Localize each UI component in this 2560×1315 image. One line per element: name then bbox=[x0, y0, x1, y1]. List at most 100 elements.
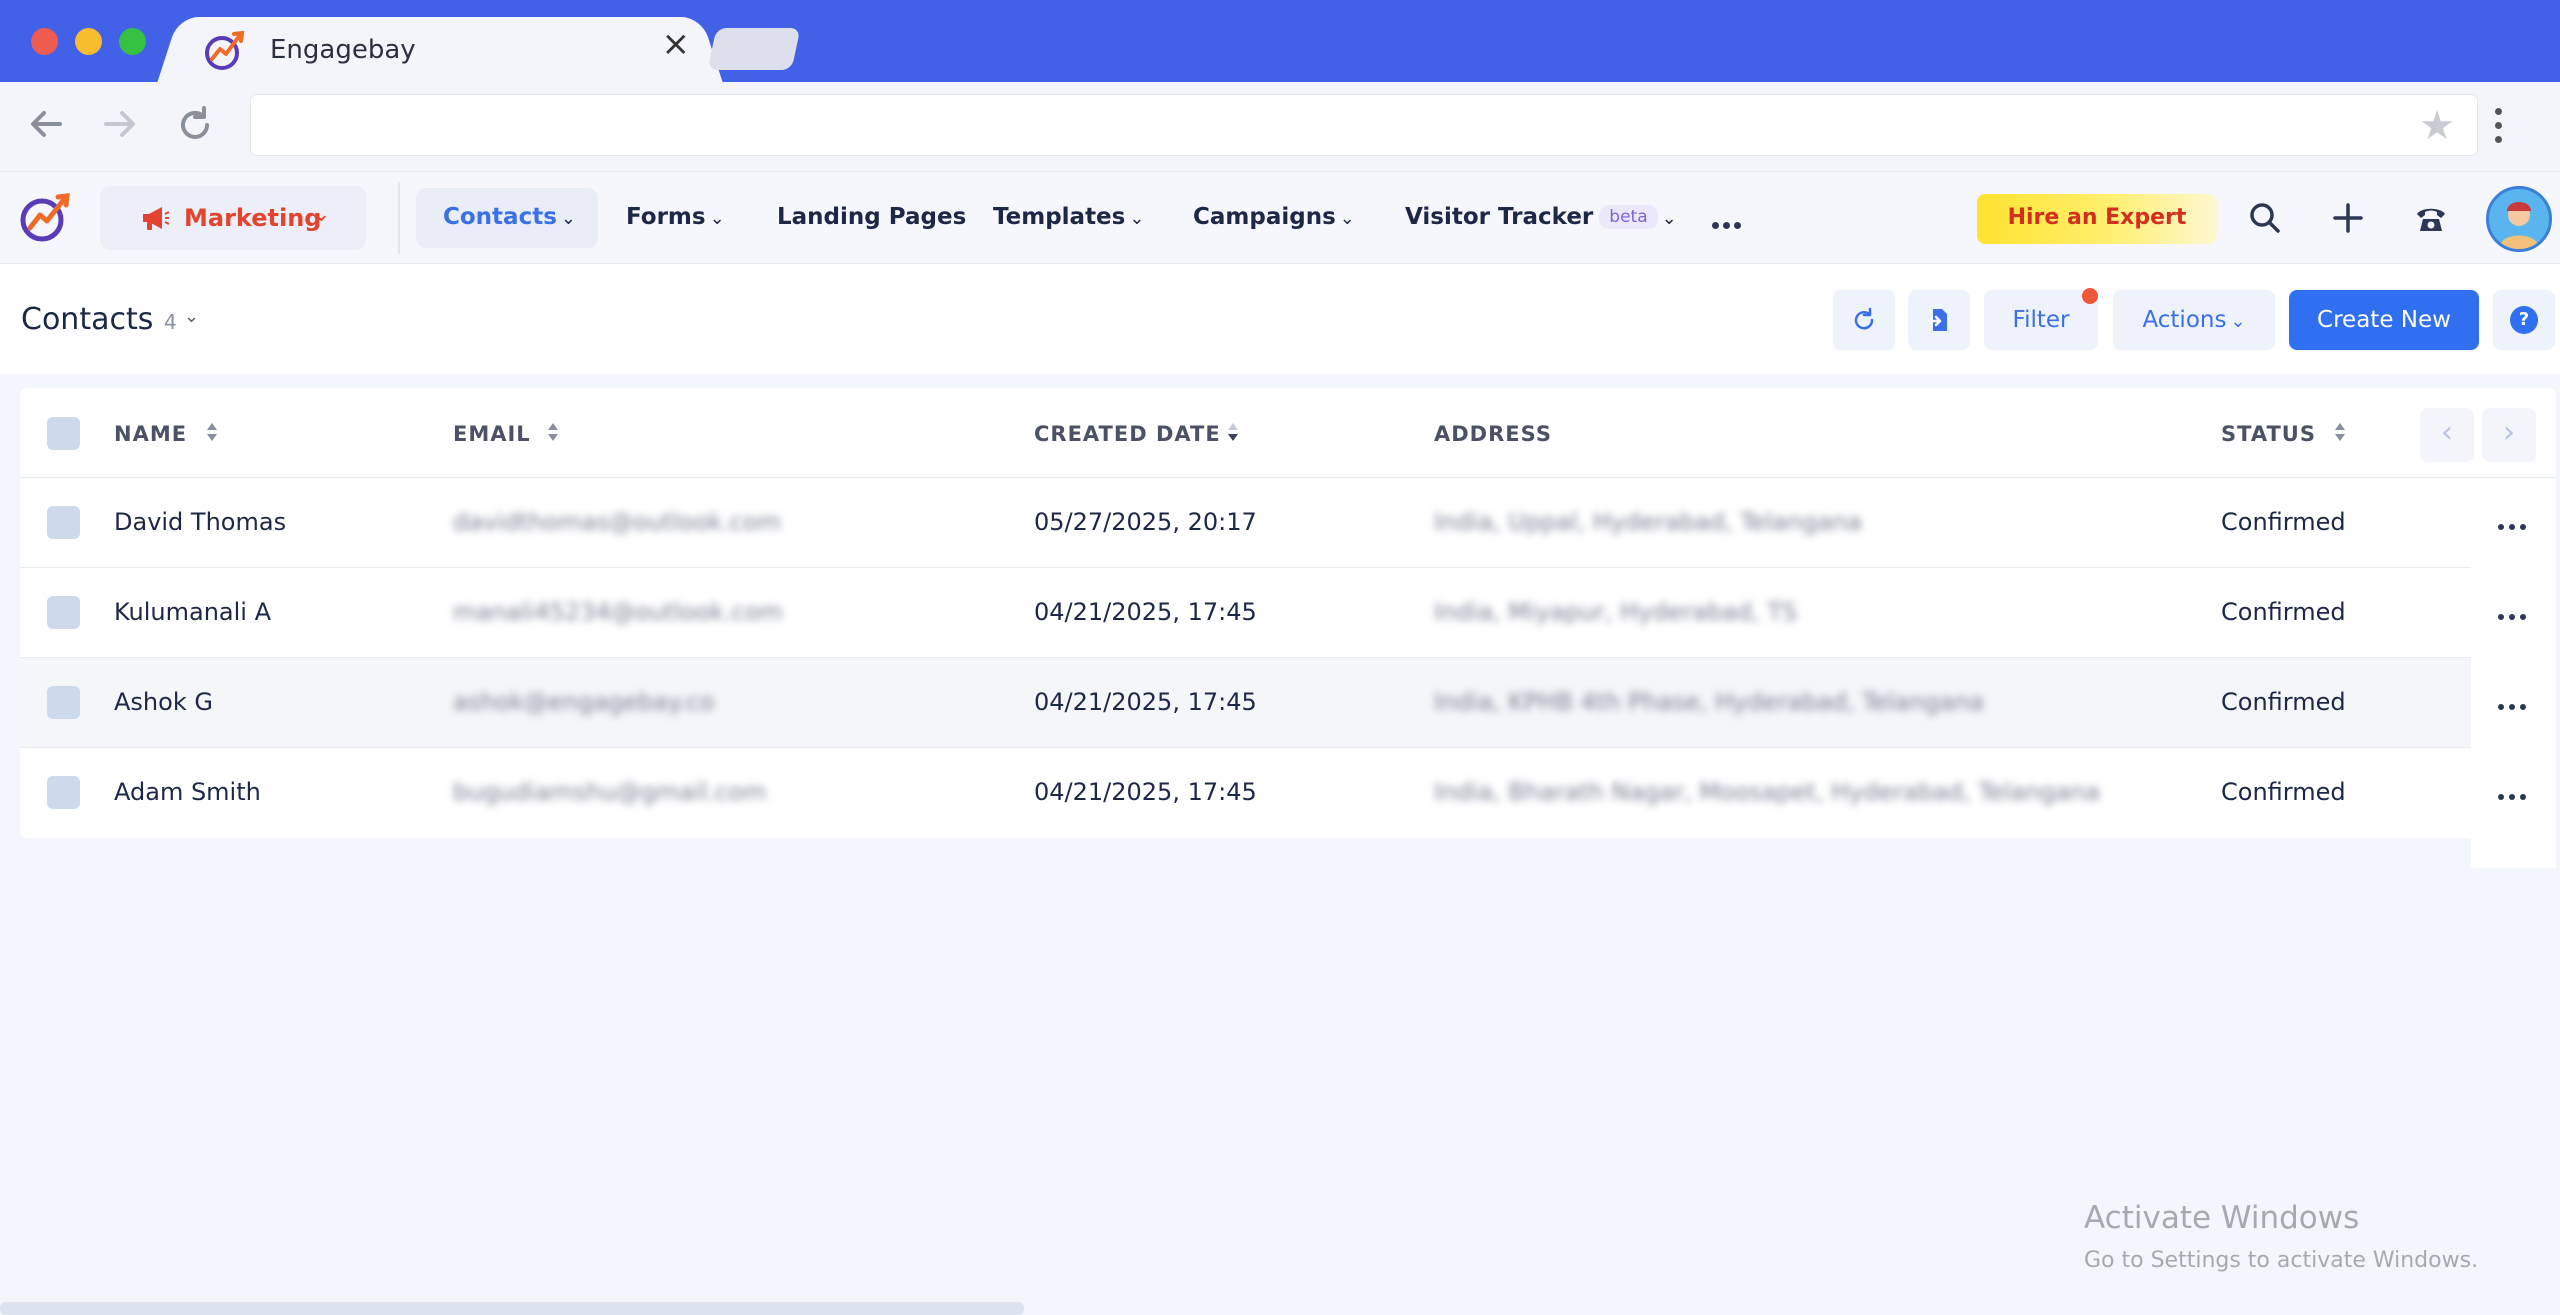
table-row[interactable]: Ashok G ashok@engagebay.co 04/21/2025, 1… bbox=[20, 658, 2556, 748]
row-menu-icon[interactable] bbox=[2471, 478, 2556, 568]
actions-label: Actions bbox=[2142, 307, 2227, 333]
tab-title: Engagebay bbox=[270, 35, 416, 65]
bookmark-star-icon[interactable]: ★ bbox=[2419, 103, 2455, 149]
help-button[interactable]: ? bbox=[2493, 290, 2555, 350]
contact-address: India, Miyapur, Hyderabad, TS bbox=[1434, 598, 1798, 626]
beta-badge: beta bbox=[1599, 205, 1658, 229]
contact-created-date: 04/21/2025, 17:45 bbox=[1034, 598, 1257, 626]
chevron-down-icon: ⌄ bbox=[1661, 208, 1677, 229]
contact-address: India, KPHB 4th Phase, Hyderabad, Telang… bbox=[1434, 688, 1984, 716]
refresh-button[interactable] bbox=[1833, 290, 1895, 350]
row-menu-icon[interactable] bbox=[2471, 748, 2556, 868]
hire-label: Hire an Expert bbox=[2007, 205, 2187, 230]
column-address: ADDRESS bbox=[1434, 422, 1552, 446]
address-bar[interactable]: ★ bbox=[250, 94, 2478, 156]
refresh-icon bbox=[1854, 307, 1874, 330]
plus-icon[interactable] bbox=[2328, 198, 2368, 238]
nav-campaigns[interactable]: Campaigns ⌄ bbox=[1193, 204, 1355, 230]
chevron-down-icon: ⌄ bbox=[312, 202, 331, 227]
nav-label: Contacts bbox=[443, 204, 557, 230]
module-switcher-marketing[interactable]: Marketing ⌄ bbox=[100, 186, 366, 250]
row-checkbox[interactable] bbox=[47, 506, 80, 539]
contact-name[interactable]: Ashok G bbox=[114, 688, 213, 716]
actions-button[interactable]: Actions ⌄ bbox=[2113, 290, 2275, 350]
column-status[interactable]: STATUS bbox=[2221, 422, 2316, 446]
window-close-button[interactable] bbox=[31, 28, 58, 55]
windows-watermark-subtitle: Go to Settings to activate Windows. bbox=[2084, 1248, 2479, 1273]
row-checkbox[interactable] bbox=[47, 596, 80, 629]
new-tab-button[interactable] bbox=[707, 28, 801, 70]
sort-icon[interactable] bbox=[205, 421, 219, 443]
browser-menu-icon[interactable] bbox=[2495, 108, 2502, 150]
row-checkbox[interactable] bbox=[47, 776, 80, 809]
column-email[interactable]: EMAIL bbox=[453, 422, 531, 446]
contact-email: bugudiamshu@gmail.com bbox=[453, 778, 767, 806]
row-checkbox[interactable] bbox=[47, 686, 80, 719]
browser-toolbar: ★ bbox=[0, 82, 2560, 172]
table-header: NAME EMAIL CREATED DATE ADDRESS STATUS ‹… bbox=[20, 388, 2556, 478]
engagebay-logo-icon bbox=[205, 30, 245, 70]
window-minimize-button[interactable] bbox=[75, 28, 102, 55]
search-icon[interactable] bbox=[2245, 198, 2285, 238]
engagebay-logo-icon[interactable] bbox=[18, 190, 74, 244]
tab-close-icon[interactable]: × bbox=[662, 27, 691, 61]
nav-contacts[interactable]: Contacts ⌄ bbox=[443, 204, 576, 230]
window-maximize-button[interactable] bbox=[119, 28, 146, 55]
scroll-right-button[interactable]: › bbox=[2482, 408, 2536, 462]
sort-icon[interactable] bbox=[2333, 421, 2347, 443]
back-arrow-icon[interactable] bbox=[26, 104, 66, 151]
contact-created-date: 04/21/2025, 17:45 bbox=[1034, 778, 1257, 806]
table-row[interactable]: Kulumanali A manali45234@outlook.com 04/… bbox=[20, 568, 2556, 658]
contact-status: Confirmed bbox=[2221, 508, 2346, 536]
sort-icon[interactable] bbox=[546, 421, 560, 443]
nav-label: Landing Pages bbox=[777, 204, 967, 230]
contact-status: Confirmed bbox=[2221, 598, 2346, 626]
contact-address: India, Bharath Nagar, Moosapet, Hyderaba… bbox=[1434, 778, 2101, 806]
contact-email: davidthomas@outlook.com bbox=[453, 508, 782, 536]
select-all-checkbox[interactable] bbox=[47, 417, 80, 450]
reload-icon[interactable] bbox=[174, 104, 216, 153]
nav-landing-pages[interactable]: Landing Pages bbox=[777, 204, 966, 230]
nav-label: Visitor Tracker bbox=[1405, 204, 1594, 230]
nav-label: Campaigns bbox=[1193, 204, 1336, 230]
create-new-button[interactable]: Create New bbox=[2289, 290, 2479, 350]
column-created-date[interactable]: CREATED DATE bbox=[1034, 422, 1221, 446]
browser-titlebar: Engagebay × bbox=[0, 0, 2560, 82]
browser-tab-active[interactable]: Engagebay × bbox=[190, 17, 690, 82]
contact-name[interactable]: Kulumanali A bbox=[114, 598, 271, 626]
contact-status: Confirmed bbox=[2221, 778, 2346, 806]
app-header: Marketing ⌄ Contacts ⌄ Forms ⌄ Landing Pag… bbox=[0, 172, 2560, 264]
nav-forms[interactable]: Forms ⌄ bbox=[626, 204, 725, 230]
user-avatar[interactable] bbox=[2486, 186, 2552, 252]
contact-name[interactable]: David Thomas bbox=[114, 508, 286, 536]
nav-visitor-tracker[interactable]: Visitor Tracker beta ⌄ bbox=[1405, 204, 1677, 230]
nav-templates[interactable]: Templates ⌄ bbox=[993, 204, 1144, 230]
import-button[interactable] bbox=[1908, 290, 1970, 350]
table-row[interactable]: Adam Smith bugudiamshu@gmail.com 04/21/2… bbox=[20, 748, 2556, 838]
chevron-down-icon: ⌄ bbox=[560, 208, 576, 229]
windows-watermark-title: Activate Windows bbox=[2084, 1200, 2360, 1236]
contact-email: manali45234@outlook.com bbox=[453, 598, 783, 626]
column-name[interactable]: NAME bbox=[114, 422, 187, 446]
help-icon: ? bbox=[2510, 306, 2538, 334]
more-nav-icon[interactable] bbox=[1712, 214, 1745, 233]
contact-address: India, Uppal, Hyderabad, Telangana bbox=[1434, 508, 1862, 536]
view-dropdown-chevron-icon[interactable]: ⌄ bbox=[184, 306, 199, 327]
contact-created-date: 04/21/2025, 17:45 bbox=[1034, 688, 1257, 716]
chevron-down-icon: ⌄ bbox=[2230, 311, 2246, 332]
row-menu-icon[interactable] bbox=[2471, 568, 2556, 658]
hire-expert-button[interactable]: Hire an Expert bbox=[1977, 194, 2217, 244]
row-menu-icon[interactable] bbox=[2471, 658, 2556, 748]
forward-arrow-icon[interactable] bbox=[100, 104, 140, 151]
phone-icon[interactable] bbox=[2411, 198, 2451, 238]
table-row[interactable]: David Thomas davidthomas@outlook.com 05/… bbox=[20, 478, 2556, 568]
nav-label: Forms bbox=[626, 204, 706, 230]
filter-button[interactable]: Filter bbox=[1984, 290, 2098, 350]
scroll-left-button[interactable]: ‹ bbox=[2420, 408, 2474, 462]
chevron-down-icon: ⌄ bbox=[709, 208, 725, 229]
sort-desc-icon[interactable] bbox=[1226, 421, 1240, 443]
horizontal-scrollbar[interactable] bbox=[0, 1302, 1024, 1315]
import-file-icon bbox=[1927, 309, 1947, 331]
contact-name[interactable]: Adam Smith bbox=[114, 778, 261, 806]
megaphone-icon bbox=[143, 207, 170, 230]
